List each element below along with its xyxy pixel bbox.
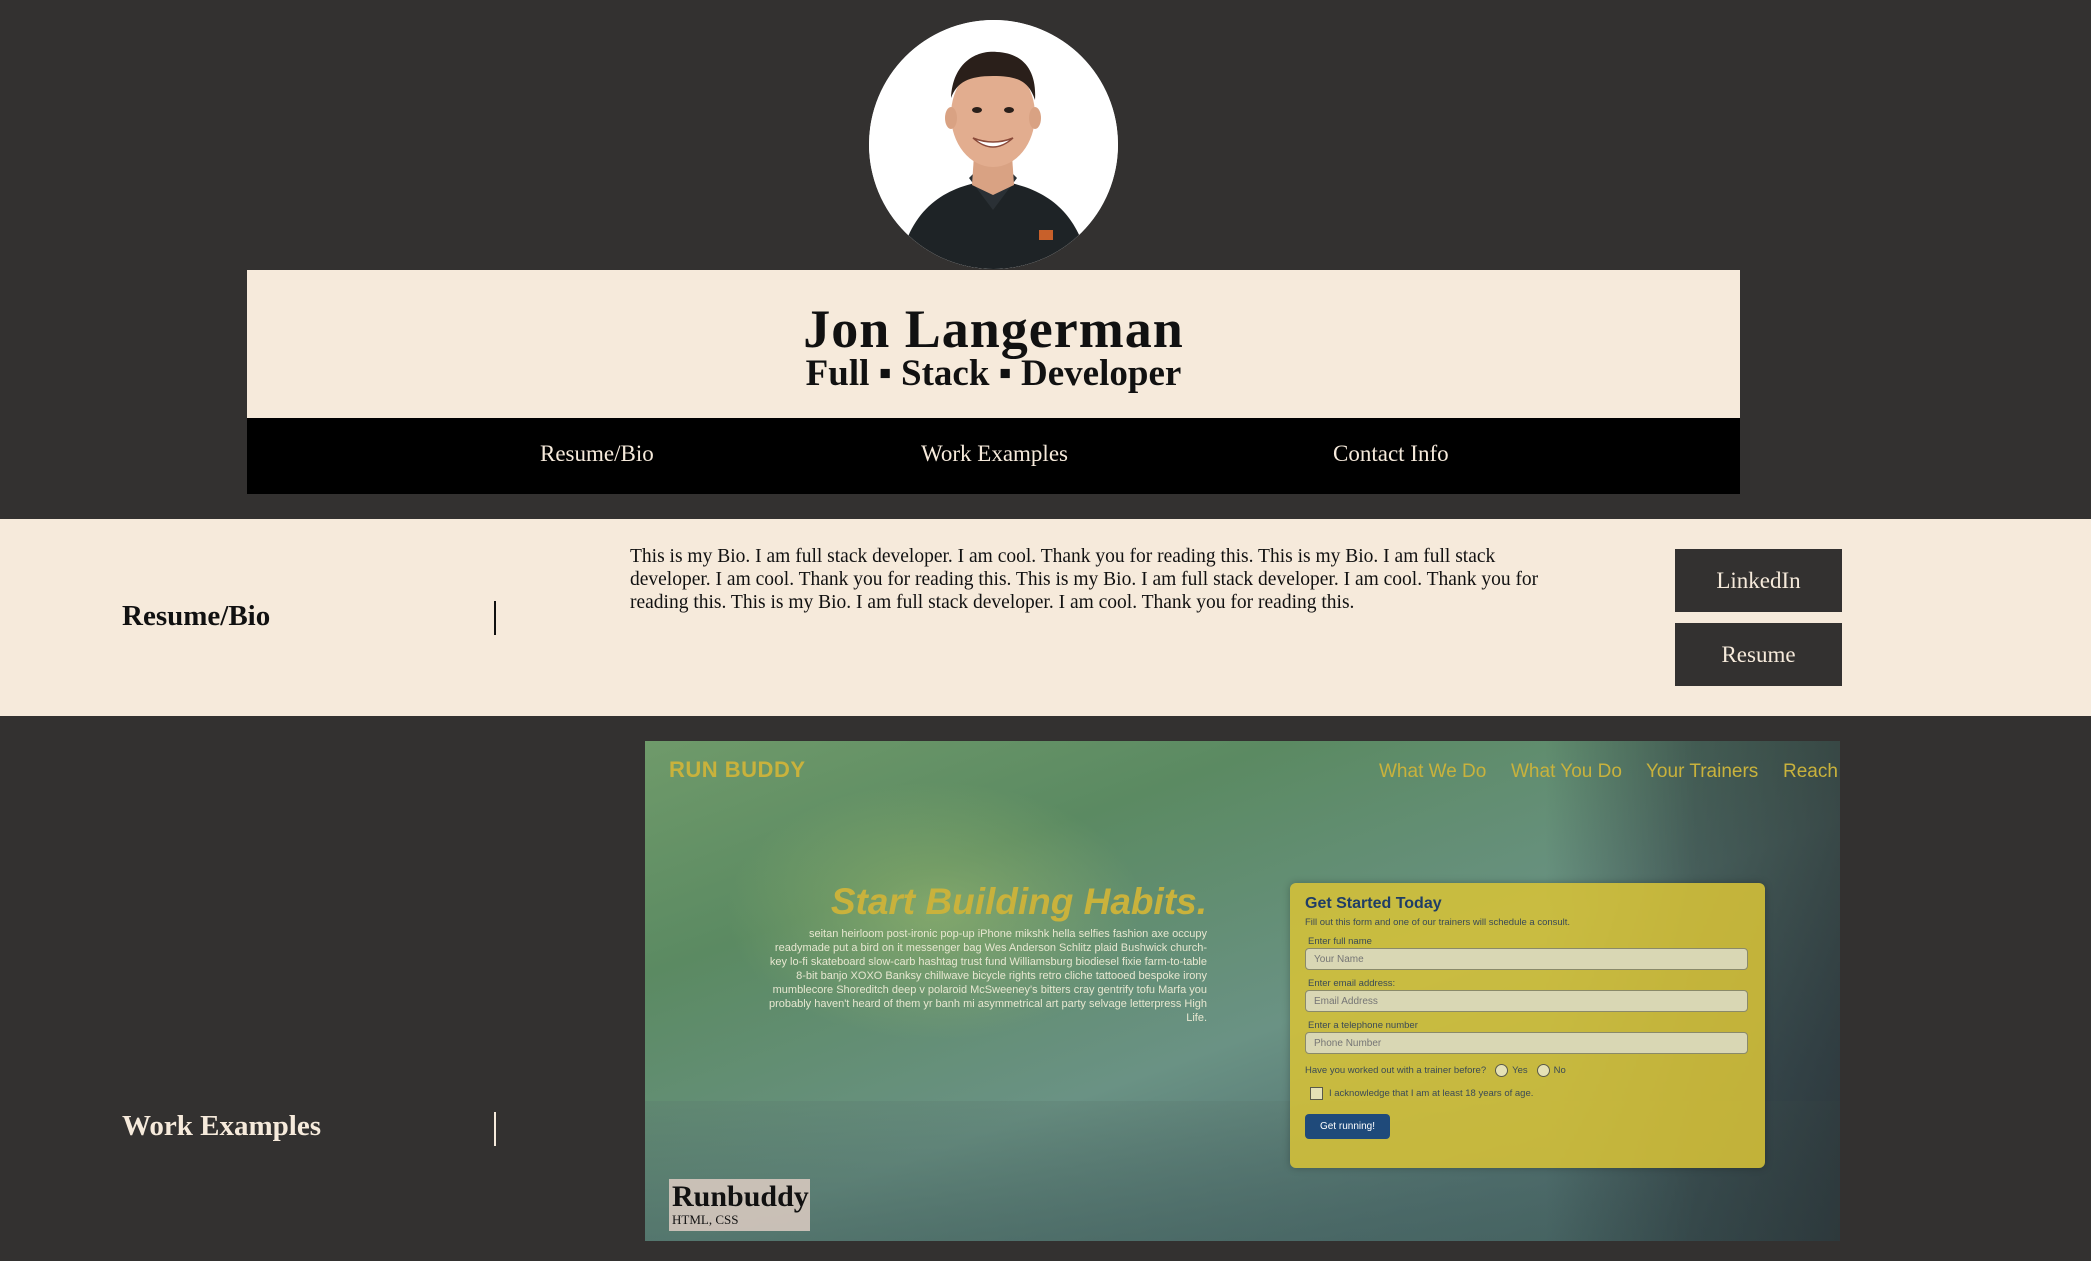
resume-button[interactable]: Resume (1675, 623, 1842, 686)
email-label: Enter email address: (1308, 978, 1396, 989)
resume-bio-section: Resume/Bio This is my Bio. I am full sta… (0, 519, 2091, 716)
runbuddy-hero: Start Building Habits. seitan heirloom p… (765, 881, 1207, 1025)
acknowledge-row: I acknowledge that I am at least 18 year… (1305, 1087, 1750, 1100)
resume-bio-heading: Resume/Bio (122, 600, 271, 632)
phone-label: Enter a telephone number (1308, 1020, 1418, 1031)
profile-photo (869, 20, 1118, 269)
yes-radio (1495, 1064, 1509, 1077)
runbuddy-nav-item: Reach (1783, 761, 1838, 782)
nav-link-work-examples[interactable]: Work Examples (921, 441, 1068, 467)
main-nav: Resume/Bio Work Examples Contact Info (247, 418, 1740, 494)
page-subtitle: Full ▪ Stack ▪ Developer (805, 353, 1182, 394)
runbuddy-nav-item: Your Trainers (1646, 761, 1759, 782)
nav-link-resume-bio[interactable]: Resume/Bio (540, 441, 654, 467)
acknowledge-checkbox (1310, 1087, 1323, 1100)
runbuddy-nav-item: What We Do (1379, 761, 1487, 782)
form-title: Get Started Today (1305, 895, 1442, 912)
project-name: Runbuddy (672, 1180, 809, 1213)
no-radio (1536, 1064, 1550, 1077)
name-field (1305, 948, 1748, 970)
project-card-runbuddy[interactable]: RUN BUDDY What We Do What You Do Your Tr… (645, 741, 1840, 1241)
runbuddy-signup-form: Get Started Today Fill out this form and… (1290, 883, 1765, 1168)
runbuddy-hero-text: seitan heirloom post-ironic pop-up iPhon… (768, 928, 1207, 1024)
phone-field (1305, 1032, 1748, 1054)
form-subtitle: Fill out this form and one of our traine… (1305, 917, 1571, 928)
linkedin-button[interactable]: LinkedIn (1675, 549, 1842, 612)
trainer-question-row: Have you worked out with a trainer befor… (1305, 1064, 1750, 1077)
nav-link-contact-info[interactable]: Contact Info (1333, 441, 1449, 467)
project-tech: HTML, CSS (672, 1212, 739, 1227)
acknowledge-label: I acknowledge that I am at least 18 year… (1329, 1088, 1534, 1099)
email-field (1305, 990, 1748, 1012)
profile-photo-image (869, 20, 1118, 269)
trainer-question: Have you worked out with a trainer befor… (1305, 1065, 1487, 1076)
runbuddy-logo: RUN BUDDY (669, 757, 806, 782)
work-examples-heading: Work Examples (122, 1110, 321, 1142)
runbuddy-hero-title: Start Building Habits. (830, 881, 1207, 922)
no-label: No (1553, 1065, 1566, 1076)
section-divider (494, 601, 496, 635)
get-running-button: Get running! (1305, 1114, 1390, 1139)
page-title: Jon Langerman (803, 299, 1184, 359)
bio-text: This is my Bio. I am full stack develope… (630, 546, 1539, 613)
yes-label: Yes (1512, 1065, 1528, 1076)
runbuddy-nav-item: What You Do (1511, 761, 1622, 782)
name-label: Enter full name (1308, 936, 1372, 947)
section-divider (494, 1112, 496, 1146)
header-card: Jon Langerman Full ▪ Stack ▪ Developer (247, 270, 1740, 418)
project-caption: Runbuddy HTML, CSS (669, 1179, 810, 1231)
